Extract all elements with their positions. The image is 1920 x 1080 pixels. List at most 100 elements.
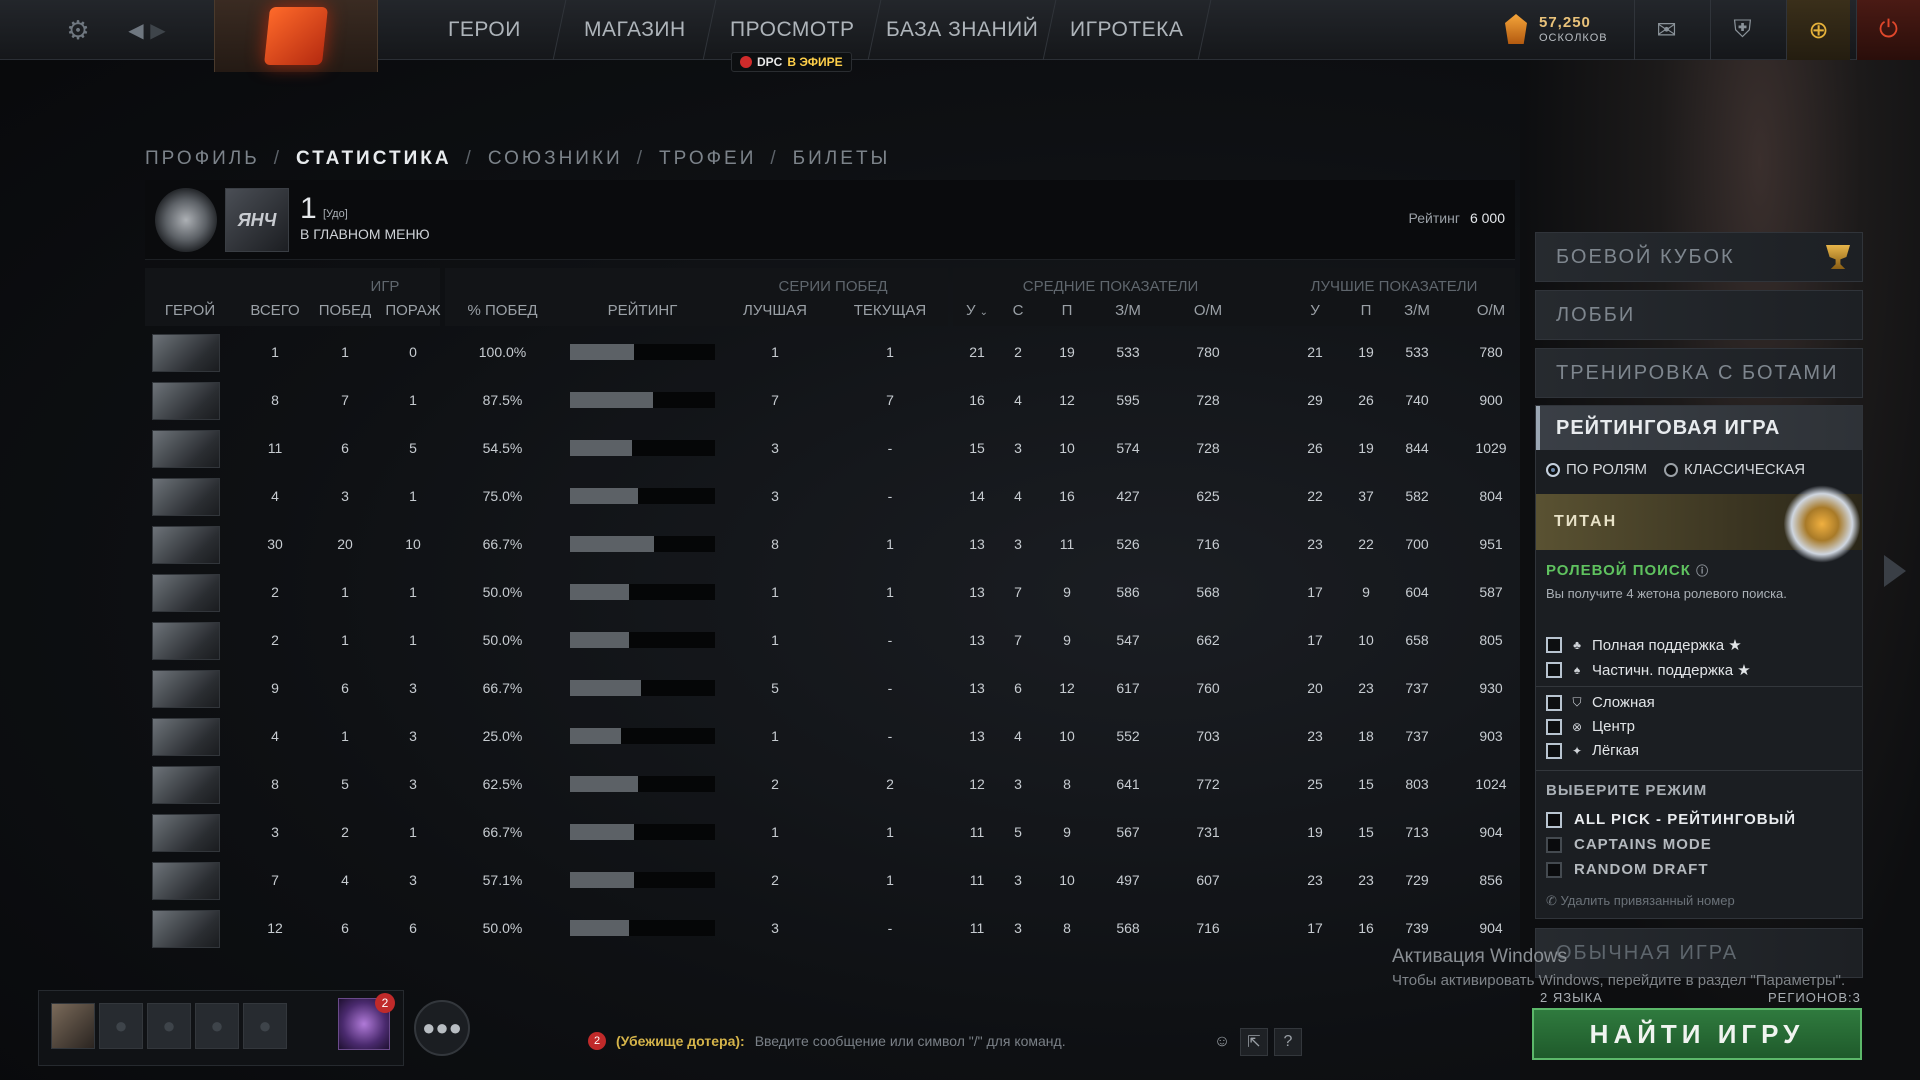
col-avg-xpm[interactable]: О/М [1178, 302, 1238, 319]
col-best-xpm[interactable]: О/М [1461, 302, 1521, 319]
nav-arcade[interactable]: ИГРОТЕКА [1043, 0, 1212, 60]
tab-statistics[interactable]: СТАТИСТИКА [296, 148, 452, 170]
hero-portrait[interactable] [152, 862, 220, 900]
hero-portrait[interactable] [152, 670, 220, 708]
languages-label[interactable]: 2 ЯЗЫКА [1540, 990, 1603, 1005]
dpc-live-badge[interactable]: DPC В ЭФИРЕ [731, 52, 852, 72]
col-best-assists[interactable]: П [1346, 302, 1386, 319]
hero-portrait[interactable] [152, 718, 220, 756]
col-winrate[interactable]: % ПОБЕД [455, 302, 550, 319]
role-soft-support-checkbox[interactable]: ♠ Частичн. поддержка ★ [1546, 661, 1751, 679]
col-best-kills[interactable]: У [1295, 302, 1335, 319]
col-best-gpm[interactable]: З/М [1387, 302, 1447, 319]
hero-portrait[interactable] [152, 814, 220, 852]
table-row[interactable]: 8 7 1 87.5% 7 7 16 4 12 595 728 29 26 740 900 [145, 376, 1515, 424]
dota-logo-button[interactable] [214, 0, 378, 72]
col-losses[interactable]: ПОРАЖ [373, 302, 453, 319]
armory-icon[interactable]: ⛨ [1710, 0, 1774, 60]
table-row[interactable]: 3 2 1 66.7% 1 1 11 5 9 567 731 19 15 713 904 [145, 808, 1515, 856]
by-roles-radio[interactable]: ПО РОЛЯМ [1546, 461, 1647, 478]
table-row[interactable]: 4 3 1 75.0% 3-14 4 16 427 625 22 37 582 804 [145, 472, 1515, 520]
cell-best: 7 [771, 392, 779, 408]
table-row[interactable]: 12 6 6 50.0% 3-11 3 8 568 716 17 16 739 904 [145, 904, 1515, 952]
table-row[interactable]: 11 6 5 54.5% 3-15 3 10 574 728 26 19 844 1029 [145, 424, 1515, 472]
unlink-phone-link[interactable]: ✆ Удалить привязанный номер [1546, 893, 1735, 909]
party-slot-empty[interactable]: ● [147, 1003, 191, 1049]
col-avg-assists[interactable]: П [1047, 302, 1087, 319]
table-row[interactable]: 9 6 3 66.7% 5-13 6 12 617 760 20 23 737 930 [145, 664, 1515, 712]
normal-game-button[interactable]: ОБЫЧНАЯ ИГРА [1535, 928, 1863, 978]
ranked-game-header[interactable]: РЕЙТИНГОВАЯ ИГРА [1536, 406, 1862, 450]
chat-channel[interactable]: (Убежище дотера): [616, 1033, 745, 1049]
role-offlane-checkbox[interactable]: ⛉ Сложная [1546, 694, 1655, 711]
classic-radio[interactable]: КЛАССИЧЕСКАЯ [1664, 461, 1805, 478]
regions-label[interactable]: РЕГИОНОВ:3 [1768, 990, 1861, 1005]
col-avg-gpm[interactable]: З/М [1098, 302, 1158, 319]
mode-captains-checkbox[interactable]: CAPTAINS MODE [1546, 836, 1712, 853]
nav-learn[interactable]: БАЗА ЗНАНИЙ [868, 0, 1057, 60]
chat-bar[interactable]: 2 (Убежище дотера): Введите сообщение ил… [588, 1032, 1066, 1050]
expand-arrow-icon[interactable] [1884, 555, 1906, 587]
role-mid-checkbox[interactable]: ⊗ Центр [1546, 718, 1635, 735]
col-best-streak[interactable]: ЛУЧШАЯ [725, 302, 825, 319]
hero-portrait[interactable] [152, 574, 220, 612]
table-row[interactable]: 8 5 3 62.5% 2 2 12 3 8 641 772 25 15 803 1024 [145, 760, 1515, 808]
tab-tickets[interactable]: БИЛЕТЫ [793, 148, 891, 170]
party-slot-empty[interactable]: ● [99, 1003, 143, 1049]
tab-profile[interactable]: ПРОФИЛЬ [145, 148, 260, 170]
hero-portrait[interactable] [152, 334, 220, 372]
power-icon[interactable]: ⏻ [1856, 0, 1920, 60]
friends-button[interactable]: ●●● [414, 1000, 470, 1056]
table-row[interactable]: 30 20 10 66.7% 8 1 13 3 11 526 716 23 22 700 951 [145, 520, 1515, 568]
cell-ak: 11 [969, 920, 985, 936]
role-hard-support-checkbox[interactable]: ♣ Полная поддержка ★ [1546, 636, 1742, 654]
battle-cup-button[interactable]: БОЕВОЙ КУБОК [1535, 232, 1863, 282]
info-icon[interactable]: ⓘ [1696, 564, 1709, 578]
mode-random-draft-checkbox[interactable]: RANDOM DRAFT [1546, 861, 1708, 878]
mail-icon[interactable]: ✉ [1634, 0, 1698, 60]
hero-portrait[interactable] [152, 526, 220, 564]
bot-training-button[interactable]: ТРЕНИРОВКА С БОТАМИ [1535, 348, 1863, 398]
hero-portrait[interactable] [152, 910, 220, 948]
hero-portrait[interactable] [152, 430, 220, 468]
nav-watch[interactable]: ПРОСМОТР [703, 0, 882, 60]
party-slot-empty[interactable]: ● [195, 1003, 239, 1049]
party-slot-self[interactable] [51, 1003, 95, 1049]
gear-icon[interactable]: ⚙ [60, 12, 96, 48]
tab-allies[interactable]: СОЮЗНИКИ [488, 148, 623, 170]
hero-portrait[interactable] [152, 766, 220, 804]
role-safelane-checkbox[interactable]: ✦ Лёгкая [1546, 742, 1639, 759]
table-row[interactable]: 1 1 0 100.0% 1 1 21 2 19 533 780 21 19 533 780 [145, 328, 1515, 376]
col-current-streak[interactable]: ТЕКУЩАЯ [835, 302, 945, 319]
col-rating[interactable]: РЕЙТИНГ [570, 302, 715, 319]
tab-trophies[interactable]: ТРОФЕИ [659, 148, 756, 170]
party-slot-empty[interactable]: ● [243, 1003, 287, 1049]
col-total[interactable]: ВСЕГО [235, 302, 315, 319]
col-avg-kills[interactable]: У ⌄ [957, 302, 997, 319]
forward-arrow-icon[interactable]: ▶ [140, 12, 176, 48]
emoji-icon[interactable]: ☺ [1208, 1028, 1236, 1056]
nav-store[interactable]: МАГАЗИН [553, 0, 717, 60]
avatar[interactable]: ЯНЧ [225, 188, 289, 252]
chat-input[interactable]: Введите сообщение или символ "/" для ком… [755, 1033, 1066, 1049]
nav-heroes[interactable]: ГЕРОИ [403, 0, 567, 60]
event-button[interactable]: 2 [338, 993, 395, 1050]
find-game-button[interactable]: НАЙТИ ИГРУ [1532, 1008, 1862, 1060]
col-hero[interactable]: ГЕРОЙ [145, 302, 235, 319]
table-row[interactable]: 4 1 3 25.0% 1-13 4 10 552 703 23 18 737 903 [145, 712, 1515, 760]
cell-bk: 29 [1307, 392, 1323, 408]
mode-all-pick-checkbox[interactable]: ALL PICK - РЕЙТИНГОВЫЙ [1546, 811, 1796, 828]
hero-portrait[interactable] [152, 622, 220, 660]
lobby-button[interactable]: ЛОББИ [1535, 290, 1863, 340]
col-avg-deaths[interactable]: С [998, 302, 1038, 319]
friends-icon: ●●● [422, 1015, 462, 1040]
help-button[interactable]: ? [1274, 1028, 1302, 1056]
hero-portrait[interactable] [152, 478, 220, 516]
chat-popout-icon[interactable]: ⇱ [1240, 1028, 1268, 1056]
hero-portrait[interactable] [152, 382, 220, 420]
dota-plus-icon[interactable]: ⊕ [1786, 0, 1850, 60]
table-row[interactable]: 2 1 1 50.0% 1 1 13 7 9 586 568 17 9 604 587 [145, 568, 1515, 616]
table-row[interactable]: 7 4 3 57.1% 2 1 11 3 10 497 607 23 23 729 856 [145, 856, 1515, 904]
shards-display[interactable]: 57,250 ОСКОЛКОВ [1505, 12, 1615, 48]
table-row[interactable]: 2 1 1 50.0% 1-13 7 9 547 662 17 10 658 805 [145, 616, 1515, 664]
